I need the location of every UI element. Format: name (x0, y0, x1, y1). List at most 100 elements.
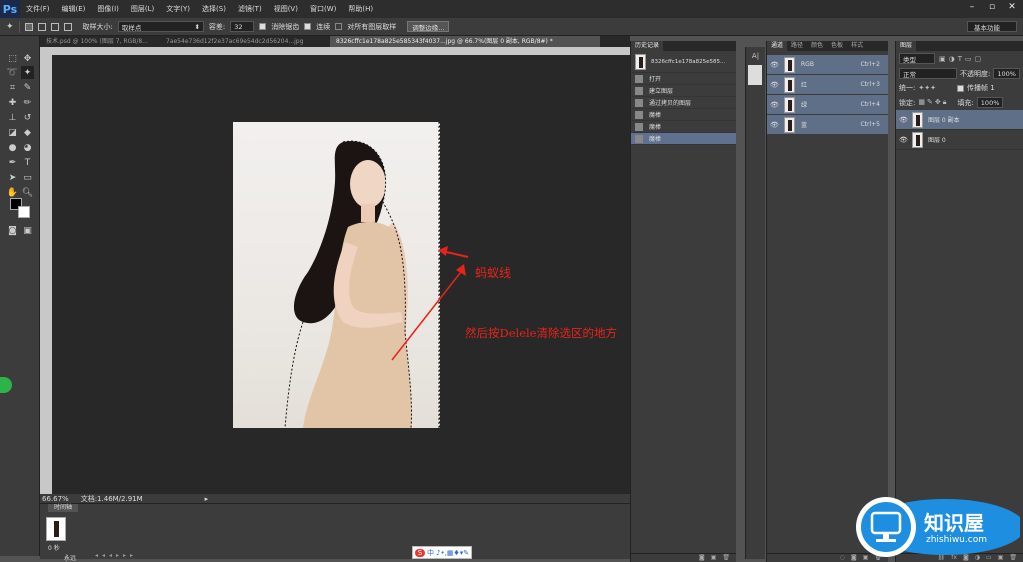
lock-icons[interactable]: ▦✎✥🔒︎ (918, 98, 948, 107)
minimize-button[interactable]: – (965, 2, 979, 12)
status-arrow-icon[interactable]: ▸ (205, 495, 209, 503)
visibility-eye-icon[interactable]: 👁︎ (899, 136, 908, 144)
visibility-eye-icon[interactable]: 👁︎ (899, 116, 908, 124)
move-tool-icon[interactable]: ✥ (21, 52, 34, 65)
channel-name: RGB (801, 61, 814, 68)
menu-item[interactable]: 文件(F) (20, 4, 56, 14)
zoom-level[interactable]: 66.67% (42, 495, 69, 503)
brush-tool-icon[interactable]: ✏ (21, 96, 34, 109)
pen-tool-icon[interactable]: ✒ (6, 156, 19, 169)
history-tab[interactable]: 历史记录 (631, 41, 664, 51)
contiguous-checkbox[interactable] (304, 23, 312, 30)
doc-tab-active[interactable]: 8326cffc1e178a825e585343f4037...jpg @ 66… (330, 36, 600, 47)
layer-thumbnail (912, 131, 923, 148)
history-item[interactable]: 魔棒 (631, 121, 736, 133)
restore-button[interactable]: ▫ (985, 2, 999, 12)
marquee-tool-icon[interactable]: ⬚ (6, 52, 19, 65)
channel-panel-tab[interactable]: 颜色 (807, 41, 827, 51)
magic-wand-tool-icon[interactable]: ✦ (6, 22, 14, 32)
refine-edge-button[interactable]: 调整边缘... (407, 21, 450, 32)
fill-input[interactable]: 100% (976, 97, 1004, 108)
opacity-input[interactable]: 100% (993, 68, 1020, 79)
clone-stamp-icon[interactable]: ⊥ (6, 111, 19, 124)
channel-panel-tab[interactable]: 路径 (787, 41, 807, 51)
sample-size-select[interactable]: 取样点 ⬍ (117, 21, 204, 32)
new-selection-icon[interactable] (24, 22, 33, 31)
unify-icons[interactable]: ✦✦✦ (918, 84, 936, 92)
channels-panel: 通道 路径 颜色 色板 样式 👁︎ RGB Ctrl+2 👁︎ 红 Ctrl+3 👁︎ 绿 Ctrl+4… (766, 41, 888, 562)
blur-tool-icon[interactable]: ● (6, 141, 19, 154)
ime-icons[interactable]: ♪•,▦♦▾✎ (436, 549, 469, 557)
menu-item[interactable]: 文字(Y) (160, 4, 196, 14)
blend-mode-select[interactable]: 正常 (899, 68, 957, 79)
loop-select[interactable]: 永远 (64, 553, 76, 562)
channel-row[interactable]: 👁︎ RGB Ctrl+2 (767, 55, 888, 75)
close-button[interactable]: ✕ (1005, 2, 1019, 12)
subtract-selection-icon[interactable] (50, 22, 59, 31)
doc-tab-2[interactable]: 7ae54e736d12f2e37ac69e54dc2d56204...jpg (160, 36, 330, 47)
layer-kind-filter[interactable]: 类型 (899, 53, 935, 64)
screen-mode-icon[interactable]: ▣ (21, 224, 34, 237)
menu-item[interactable]: 图像(I) (91, 4, 125, 14)
visibility-eye-icon[interactable]: 👁︎ (770, 81, 779, 89)
magic-wand-icon[interactable]: ✦ (21, 66, 34, 79)
path-select-icon[interactable]: ➤ (6, 171, 19, 184)
shape-tool-icon[interactable]: ▭ (21, 171, 34, 184)
menu-item[interactable]: 视图(V) (268, 4, 304, 14)
timeline-tab[interactable]: 时间轴 (48, 504, 79, 512)
timeline-frame-thumbnail[interactable] (46, 517, 66, 541)
add-selection-icon[interactable] (37, 22, 46, 31)
crop-tool-icon[interactable]: ⌗ (6, 81, 19, 94)
channel-row[interactable]: 👁︎ 蓝 Ctrl+5 (767, 115, 888, 135)
layers-tab[interactable]: 图层 (896, 41, 917, 51)
history-item[interactable]: 魔棒 (631, 133, 736, 145)
lasso-tool-icon[interactable]: ➰ (6, 66, 19, 79)
menu-item[interactable]: 选择(S) (196, 4, 232, 14)
background-color-swatch[interactable] (18, 206, 30, 218)
layer-row[interactable]: 👁︎ 图层 0 (896, 130, 1023, 150)
sample-all-checkbox[interactable] (335, 23, 343, 30)
frame-delay[interactable]: 0 秒 (48, 543, 60, 552)
eyedropper-tool-icon[interactable]: ✎ (21, 81, 34, 94)
antialias-checkbox[interactable] (259, 23, 267, 30)
doc-tab-1[interactable]: 技术.psd @ 100% (图层 7, RGB/8... (40, 36, 160, 47)
paint-bucket-icon[interactable]: ◆ (21, 126, 34, 139)
menu-item[interactable]: 图层(L) (125, 4, 160, 14)
dodge-tool-icon[interactable]: ◕ (21, 141, 34, 154)
menu-item[interactable]: 滤镜(T) (232, 4, 268, 14)
tolerance-input[interactable]: 32 (230, 21, 255, 32)
healing-brush-icon[interactable]: ✚ (6, 96, 19, 109)
history-brush-icon[interactable]: ↺ (21, 111, 34, 124)
visibility-eye-icon[interactable]: 👁︎ (770, 61, 779, 69)
menu-item[interactable]: 窗口(W) (304, 4, 342, 14)
workspace-select[interactable]: 基本功能 (967, 21, 1017, 32)
history-item[interactable]: 魔棒 (631, 109, 736, 121)
channel-panel-tab[interactable]: 通道 (767, 41, 788, 51)
snapshot-label[interactable]: 8326cffc1e178a825e585... (651, 59, 725, 65)
quick-mask-icon[interactable]: ◙ (6, 224, 19, 237)
channel-row[interactable]: 👁︎ 红 Ctrl+3 (767, 75, 888, 95)
layer-row[interactable]: 👁︎ 图层 0 副本 (896, 110, 1023, 130)
channel-row[interactable]: 👁︎ 绿 Ctrl+4 (767, 95, 888, 115)
history-item[interactable]: 打开 (631, 73, 736, 85)
channel-shortcut: Ctrl+5 (860, 121, 880, 128)
zoom-tool-icon[interactable]: 🔍︎ (21, 186, 34, 199)
character-panel-icon[interactable]: A| (748, 49, 763, 63)
visibility-eye-icon[interactable]: 👁︎ (770, 101, 779, 109)
channel-panel-tab[interactable]: 色板 (827, 41, 847, 51)
ime-mode[interactable]: 中 (427, 548, 434, 558)
channel-panel-tab[interactable]: 样式 (847, 41, 867, 51)
menu-item[interactable]: 帮助(H) (342, 4, 379, 14)
history-item[interactable]: 建立图层 (631, 85, 736, 97)
ime-toolbar[interactable]: S 中 ♪•,▦♦▾✎ (412, 546, 473, 559)
menu-item[interactable]: 编辑(E) (56, 4, 92, 14)
eraser-tool-icon[interactable]: ◪ (6, 126, 19, 139)
brush-preset-icon[interactable] (748, 65, 762, 85)
type-tool-icon[interactable]: T (21, 156, 34, 169)
history-item[interactable]: 通过拷贝的图层 (631, 97, 736, 109)
propagate-checkbox[interactable] (956, 84, 964, 92)
playback-controls-icon[interactable]: ◂◂◂▸▸▸ (95, 552, 137, 559)
visibility-eye-icon[interactable]: 👁︎ (770, 121, 779, 129)
layer-filter-icons[interactable]: ▣◑T▭▢ (939, 55, 984, 63)
intersect-selection-icon[interactable] (63, 22, 72, 31)
